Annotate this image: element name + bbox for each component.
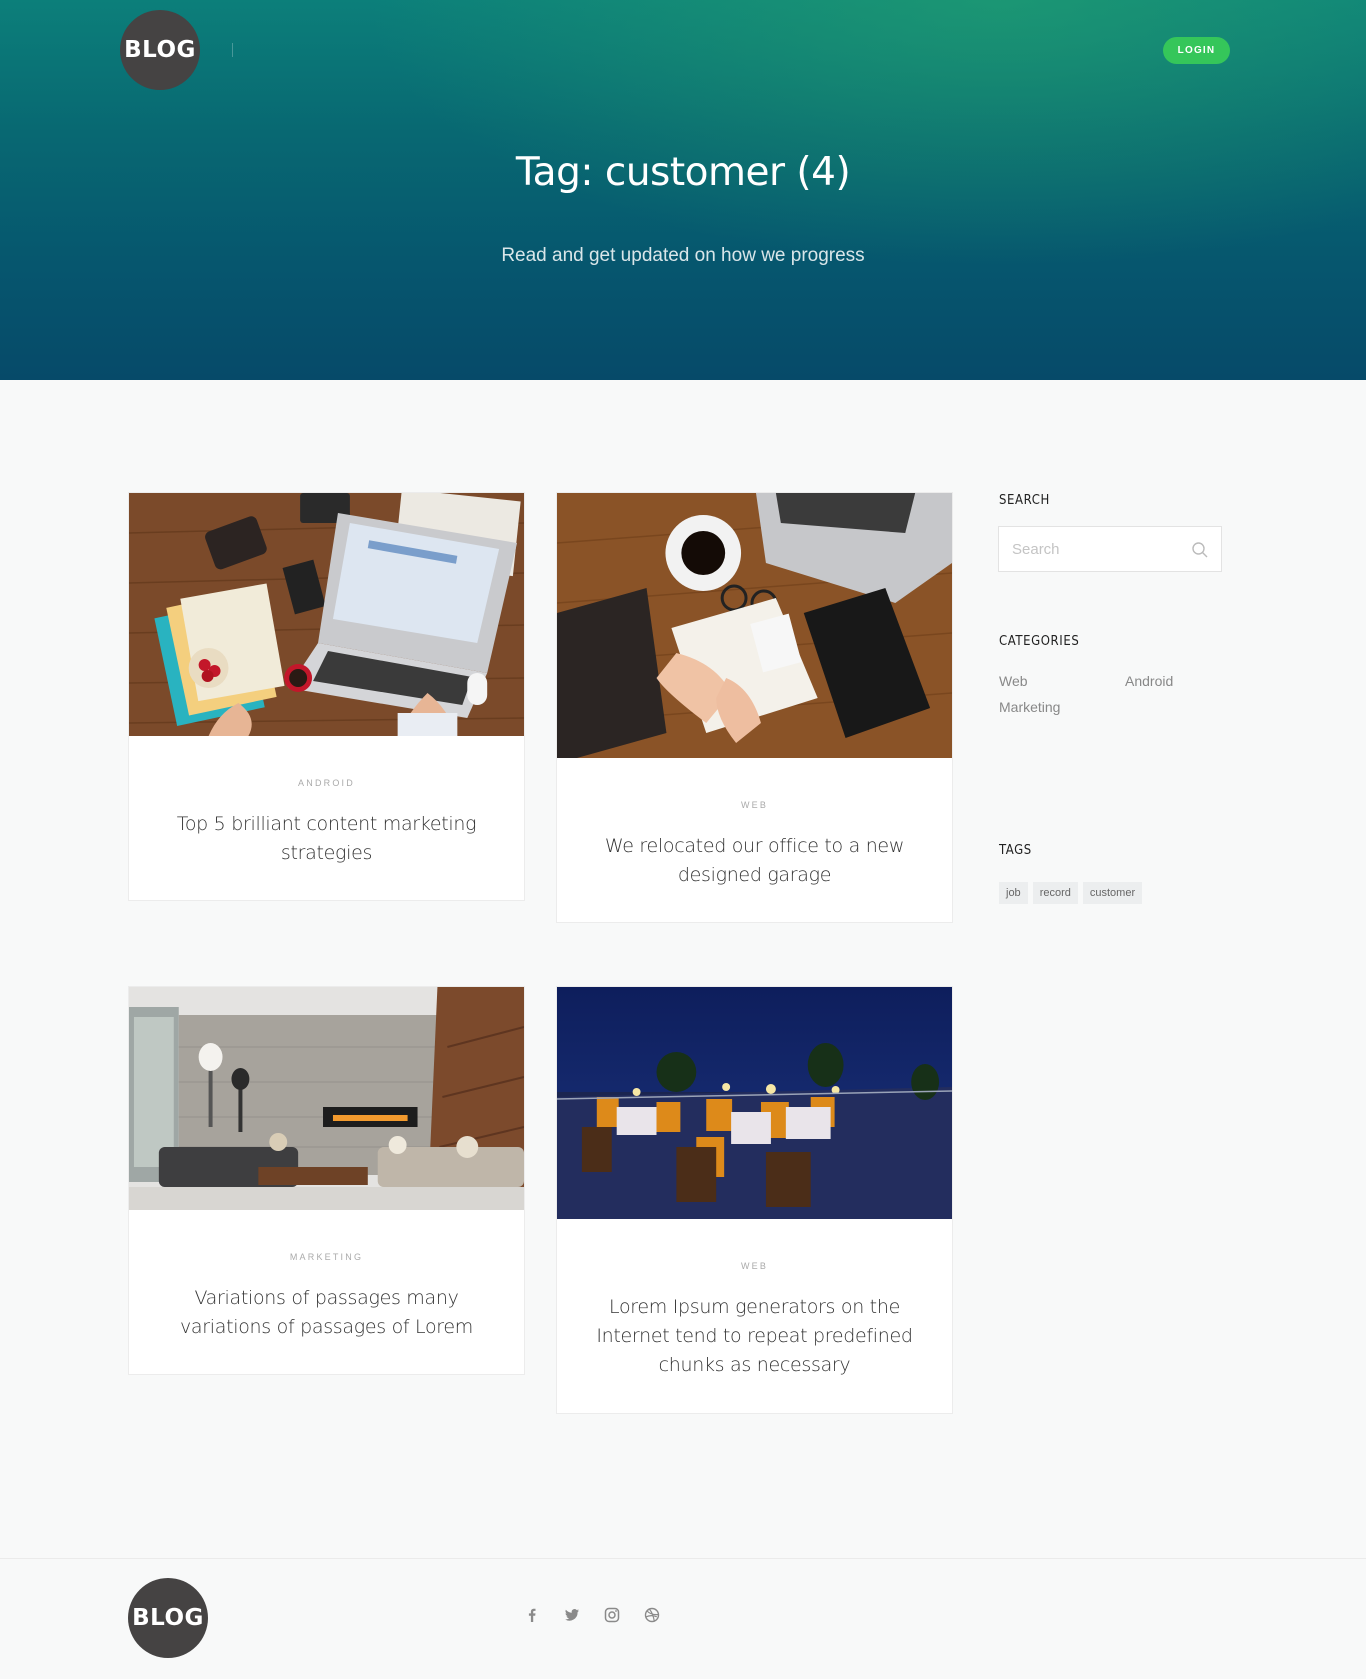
search-icon[interactable] xyxy=(1191,541,1209,559)
search-box[interactable] xyxy=(998,526,1222,572)
post-card[interactable]: MARKETING Variations of passages many va… xyxy=(128,986,525,1375)
nav-divider xyxy=(232,43,233,57)
login-button[interactable]: LOGIN xyxy=(1163,37,1230,64)
instagram-icon[interactable] xyxy=(604,1607,620,1623)
post-category[interactable]: MARKETING xyxy=(129,1252,524,1262)
tag-customer[interactable]: customer xyxy=(1082,882,1143,904)
category-link-android[interactable]: Android xyxy=(1125,673,1173,689)
post-title[interactable]: Lorem Ipsum generators on the Internet t… xyxy=(587,1293,922,1380)
post-card[interactable]: WEB Lorem Ipsum generators on the Intern… xyxy=(556,986,953,1414)
post-title[interactable]: Top 5 brilliant content marketing strate… xyxy=(159,810,494,868)
post-title[interactable]: Variations of passages many variations o… xyxy=(159,1284,494,1342)
post-card[interactable]: ANDROID Top 5 brilliant content marketin… xyxy=(128,492,525,901)
post-image-desk-laptop[interactable] xyxy=(129,493,524,736)
search-input[interactable] xyxy=(999,527,1189,571)
footer-divider xyxy=(0,1558,1366,1559)
post-image-living-room[interactable] xyxy=(129,987,524,1210)
post-category[interactable]: WEB xyxy=(557,1261,952,1271)
page-subtitle: Read and get updated on how we progress xyxy=(501,245,865,266)
hero-header: BLOG LOGIN Tag: customer (4) Read and ge… xyxy=(0,0,1366,380)
category-link-marketing[interactable]: Marketing xyxy=(999,699,1060,715)
tags-heading: TAGS xyxy=(999,843,1032,858)
twitter-icon[interactable] xyxy=(564,1607,580,1623)
post-category[interactable]: ANDROID xyxy=(129,778,524,788)
tag-job[interactable]: job xyxy=(999,882,1028,904)
search-heading: SEARCH xyxy=(999,493,1050,508)
footer-logo[interactable]: BLOG xyxy=(128,1578,208,1658)
post-image-desk-notebook[interactable] xyxy=(557,493,952,758)
page-title: Tag: customer (4) xyxy=(515,150,851,195)
post-title[interactable]: We relocated our office to a new designe… xyxy=(587,832,922,890)
facebook-icon[interactable] xyxy=(524,1607,540,1623)
tag-list: job record customer xyxy=(999,882,1143,904)
categories-heading: CATEGORIES xyxy=(999,634,1080,649)
dribbble-icon[interactable] xyxy=(644,1607,660,1623)
post-category[interactable]: WEB xyxy=(557,800,952,810)
category-link-web[interactable]: Web xyxy=(999,673,1028,689)
tag-record[interactable]: record xyxy=(1032,882,1078,904)
post-image-rooftop-restaurant[interactable] xyxy=(557,987,952,1219)
site-logo[interactable]: BLOG xyxy=(120,10,200,90)
post-card[interactable]: WEB We relocated our office to a new des… xyxy=(556,492,953,923)
